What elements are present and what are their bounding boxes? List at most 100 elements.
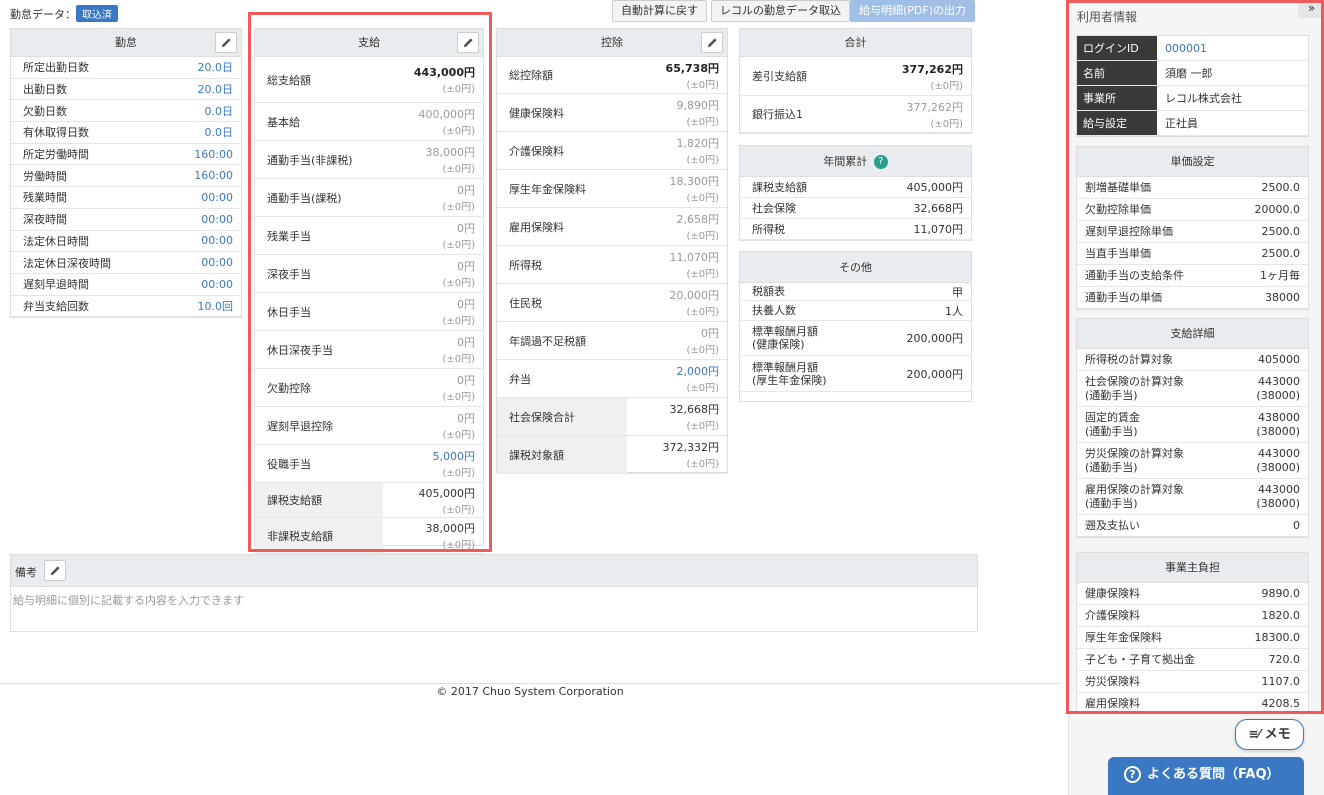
deduction-rows: 総控除額 65,738円 (±0円) 健康保険料 9,890円 (±0円) 介護保険料 1,8… (497, 57, 727, 474)
deduction-diff: (±0円) (686, 421, 719, 432)
deduction-row: 健康保険料 9,890円 (±0円) (497, 94, 727, 132)
import-attendance-button[interactable]: レコルの勤怠データ取込 (711, 0, 850, 22)
total-title: 合計 (844, 36, 867, 49)
deduction-diff: (±0円) (686, 231, 719, 242)
attendance-rows: 所定出勤日数 20.0日 出勤日数 20.0日 欠勤日数 0.0日 有休取得日数 0.0日 所定… (11, 57, 241, 318)
deduction-amount: 2,000円 (676, 365, 720, 378)
highlight-user-panel (1066, 0, 1324, 714)
deduction-row: 課税対象額 372,332円 (±0円) (497, 436, 727, 474)
deduction-diff: (±0円) (686, 79, 719, 91)
total-value: 377,262円 (±0円) (902, 61, 971, 92)
deduction-label: 課税対象額 (497, 436, 627, 473)
deduction-label: 所得税 (509, 258, 542, 272)
total-panel: 合計 差引支給額 377,262円 (±0円) 銀行振込1 377,262円 (±0円) (739, 28, 972, 134)
attendance-value: 00:00 (201, 256, 233, 270)
deduction-value: 11,070円 (±0円) (670, 249, 728, 280)
attendance-label: 欠勤日数 (23, 104, 67, 118)
attendance-label: 弁当支給回数 (23, 299, 89, 313)
memo-icon: ≡⁄ (1248, 727, 1265, 741)
remarks-edit-button[interactable] (44, 560, 66, 581)
deduction-edit-button[interactable] (701, 32, 723, 53)
other-row: 標準報酬月額 (健康保険) 200,000円 (740, 321, 971, 356)
annual-row: 社会保険 32,668円 (740, 198, 971, 219)
deduction-label: 厚生年金保険料 (509, 182, 586, 196)
remarks-panel: 備考 給与明細に個別に記載する内容を入力できます (10, 554, 978, 632)
auto-calc-button[interactable]: 自動計算に戻す (612, 0, 707, 22)
deduction-amount: 2,658円 (676, 213, 720, 226)
deduction-value: 9,890円 (±0円) (677, 97, 728, 128)
remarks-label: 備考 (15, 566, 37, 579)
attendance-title: 勤怠 (115, 36, 137, 49)
deduction-diff: (±0円) (686, 307, 719, 318)
attendance-label: 有休取得日数 (23, 126, 89, 140)
pencil-icon (50, 566, 60, 576)
annual-row: 所得税 11,070円 (740, 219, 971, 240)
memo-button[interactable]: ≡⁄ メモ (1235, 719, 1304, 750)
annual-value: 32,668円 (913, 202, 964, 215)
deduction-row: 弁当 2,000円 (±0円) (497, 360, 727, 398)
attendance-value: 00:00 (201, 277, 233, 291)
deduction-label: 年調過不足税額 (509, 334, 586, 348)
deduction-label: 弁当 (509, 372, 531, 386)
other-label: 扶養人数 (752, 304, 796, 317)
deduction-label: 社会保険合計 (497, 398, 627, 435)
total-row: 差引支給額 377,262円 (±0円) (740, 57, 971, 96)
attendance-label: 法定休日深夜時間 (23, 256, 111, 270)
faq-button[interactable]: ? よくある質問（FAQ） (1108, 757, 1304, 795)
deduction-value: 18,300円 (±0円) (670, 173, 728, 204)
annual-label: 課税支給額 (752, 180, 807, 194)
attendance-row: 遅刻早退時間 00:00 (11, 274, 241, 296)
deduction-value: 2,658円 (±0円) (677, 211, 728, 242)
attendance-value: 160:00 (194, 147, 233, 161)
deduction-amount: 1,820円 (676, 137, 720, 150)
deduction-row: 所得税 11,070円 (±0円) (497, 246, 727, 284)
deduction-amount: 65,738円 (665, 61, 719, 75)
deduction-label: 健康保険料 (509, 106, 564, 120)
attendance-panel: 勤怠 所定出勤日数 20.0日 出勤日数 20.0日 欠勤日数 0.0日 有休取得日数 0.0… (10, 28, 242, 318)
deduction-diff: (±0円) (686, 117, 719, 128)
other-value: 甲 (952, 285, 963, 299)
attendance-label: 深夜時間 (23, 213, 67, 227)
deduction-value: 32,668円 (±0円) (670, 401, 728, 432)
help-icon[interactable]: ? (873, 155, 888, 169)
attendance-value: 20.0日 (197, 61, 234, 75)
other-value: 200,000円 (906, 367, 964, 381)
attendance-row: 有休取得日数 0.0日 (11, 122, 241, 144)
pdf-output-button[interactable]: 給与明細(PDF)の出力 (850, 0, 976, 22)
annual-value: 405,000円 (906, 181, 964, 194)
attendance-edit-button[interactable] (215, 32, 237, 53)
top-bar: 勤怠データ： 取込済 自動計算に戻す レコルの勤怠データ取込 給与明細(PDF)… (0, 0, 1060, 26)
other-row: 税額表 甲 (740, 283, 971, 301)
other-panel: その他 税額表甲扶養人数 1人 標準報酬月額 (健康保険) 200,000円 標準報酬月… (739, 251, 972, 402)
deduction-title: 控除 (601, 36, 623, 49)
highlight-payment (248, 12, 492, 552)
attendance-label: 法定休日時間 (23, 234, 89, 248)
attendance-value: 00:00 (201, 190, 233, 204)
other-label: 標準報酬月額 (厚生年金保険) (752, 360, 827, 387)
attendance-status-label: 勤怠データ： (10, 8, 76, 21)
attendance-row: 出勤日数 20.0日 (11, 79, 241, 101)
attendance-row: 残業時間 00:00 (11, 187, 241, 209)
other-rows: 税額表甲扶養人数 1人 標準報酬月額 (健康保険) 200,000円 標準報酬月額 (厚… (740, 283, 971, 392)
deduction-label: 総控除額 (509, 69, 553, 82)
total-value: 377,262円 (±0円) (907, 99, 972, 130)
deduction-row: 住民税 20,000円 (±0円) (497, 284, 727, 322)
deduction-value: 0円 (±0円) (686, 325, 727, 356)
attendance-value: 0.0日 (204, 126, 234, 140)
annual-title: 年間累計 (823, 155, 868, 168)
total-amount: 377,262円 (906, 100, 964, 114)
deduction-amount: 11,070円 (669, 251, 720, 264)
deduction-diff: (±0円) (686, 345, 719, 356)
total-label: 銀行振込1 (752, 108, 803, 121)
deduction-amount: 0円 (701, 327, 719, 340)
deduction-label: 介護保険料 (509, 144, 564, 158)
pencil-icon (707, 38, 717, 48)
deduction-diff: (±0円) (686, 269, 719, 280)
remarks-input[interactable]: 給与明細に個別に記載する内容を入力できます (11, 587, 977, 613)
attendance-row: 欠勤日数 0.0日 (11, 100, 241, 123)
deduction-row: 年調過不足税額 0円 (±0円) (497, 322, 727, 360)
annual-rows: 課税支給額 405,000円社会保険 32,668円所得税 11,070円 (740, 177, 971, 240)
annual-label: 社会保険 (752, 201, 796, 215)
attendance-value: 0.0日 (204, 104, 234, 118)
total-row: 銀行振込1 377,262円 (±0円) (740, 96, 971, 133)
